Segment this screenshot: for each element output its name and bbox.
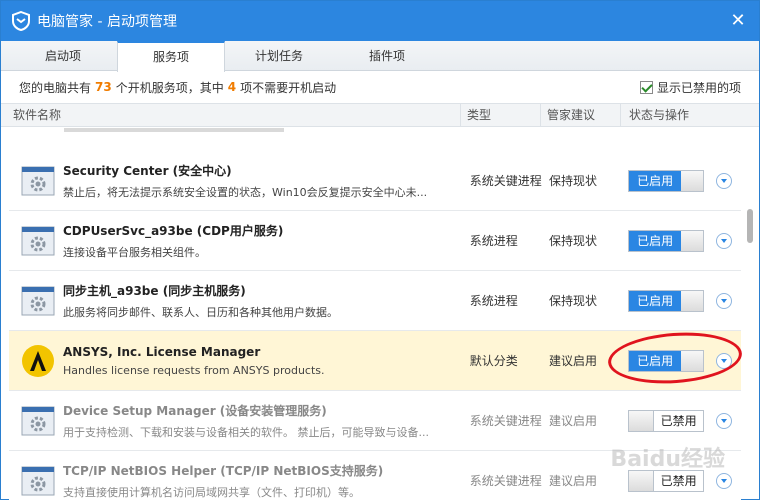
- service-description: Handles license requests from ANSYS prod…: [63, 363, 325, 377]
- table-row[interactable]: 同步主机_a93be (同步主机服务) 此服务将同步邮件、联系人、日历和各种其他…: [9, 271, 741, 331]
- service-type: 系统关键进程: [469, 414, 542, 428]
- chevron-down-icon[interactable]: [716, 412, 733, 429]
- total-count: 73: [95, 80, 112, 94]
- summary-line: 您的电脑共有 73 个开机服务项，其中 4 项不需要开机启动 显示已禁用的项: [1, 71, 759, 103]
- status-toggle[interactable]: 已启用: [628, 349, 705, 372]
- partial-row-text: [64, 128, 284, 132]
- window-title: 电脑管家 - 启动项管理: [37, 14, 177, 30]
- show-disabled-label: 显示已禁用的项: [656, 81, 741, 95]
- service-list: Security Center (安全中心) 禁止后，将无法提示系统安全设置的状…: [9, 151, 741, 500]
- ansys-logo-icon: [22, 344, 54, 377]
- service-advice: 保持现状: [548, 234, 597, 248]
- summary-prefix: 您的电脑共有: [19, 80, 92, 95]
- close-icon[interactable]: ✕: [727, 10, 749, 32]
- service-gear-icon: [21, 226, 55, 255]
- app-window: 电脑管家 - 启动项管理 ✕ 启动项 服务项 计划任务 插件项 您的电脑共有 7…: [0, 0, 760, 500]
- service-name: Device Setup Manager (设备安装管理服务): [63, 403, 327, 418]
- table-row-highlighted[interactable]: ANSYS, Inc. License Manager Handles lice…: [9, 331, 741, 391]
- service-description: 连接设备平台服务相关组件。: [63, 245, 206, 259]
- service-type: 默认分类: [469, 354, 518, 368]
- column-header-name: 软件名称: [1, 104, 461, 126]
- service-gear-icon: [21, 466, 55, 495]
- service-name: ANSYS, Inc. License Manager: [63, 344, 261, 359]
- service-name: Security Center (安全中心): [63, 163, 232, 178]
- vertical-scrollbar[interactable]: [743, 151, 755, 491]
- service-advice: 建议启用: [548, 354, 597, 368]
- title-bar: 电脑管家 - 启动项管理 ✕: [1, 1, 759, 41]
- tab-bar: 启动项 服务项 计划任务 插件项: [1, 41, 759, 72]
- show-disabled-checkbox[interactable]: [639, 81, 653, 94]
- status-label: 已启用: [629, 290, 682, 311]
- service-name: 同步主机_a93be (同步主机服务): [63, 283, 246, 298]
- service-advice: 保持现状: [548, 174, 597, 188]
- table-row[interactable]: Security Center (安全中心) 禁止后，将无法提示系统安全设置的状…: [9, 151, 741, 211]
- service-type: 系统进程: [469, 294, 518, 308]
- service-gear-icon: [21, 286, 55, 315]
- service-advice: 建议启用: [548, 474, 597, 488]
- column-header-type: 类型: [461, 104, 541, 126]
- unneeded-count: 4: [227, 80, 237, 94]
- service-type: 系统关键进程: [469, 474, 542, 488]
- service-gear-icon: [21, 166, 55, 195]
- status-toggle[interactable]: 已启用: [628, 289, 705, 312]
- column-header-advice: 管家建议: [541, 104, 621, 126]
- status-toggle[interactable]: 已禁用: [628, 409, 705, 432]
- service-description: 禁止后，将无法提示系统安全设置的状态，Win10会反复提示安全中心未...: [63, 185, 428, 199]
- service-name: TCP/IP NetBIOS Helper (TCP/IP NetBIOS支持服…: [63, 463, 384, 478]
- table-row[interactable]: TCP/IP NetBIOS Helper (TCP/IP NetBIOS支持服…: [9, 451, 741, 500]
- service-gear-icon: [21, 406, 55, 435]
- shield-logo-icon: [12, 11, 30, 31]
- status-label: 已启用: [629, 230, 682, 251]
- table-header: 软件名称 类型 管家建议 状态与操作: [1, 103, 759, 127]
- show-disabled-toggle[interactable]: 显示已禁用的项: [639, 79, 741, 96]
- status-label: 已启用: [629, 350, 682, 371]
- service-advice: 建议启用: [548, 414, 597, 428]
- service-type: 系统关键进程: [469, 174, 542, 188]
- status-toggle[interactable]: 已禁用: [628, 469, 705, 492]
- scrollbar-thumb[interactable]: [747, 209, 753, 243]
- tab-scheduled-tasks[interactable]: 计划任务: [225, 41, 333, 70]
- summary-suffix: 项不需要开机启动: [240, 80, 337, 95]
- status-label: 已启用: [629, 170, 682, 191]
- service-type: 系统进程: [469, 234, 518, 248]
- service-description: 支持直接使用计算机名访问局域网共享（文件、打印机）等。: [63, 485, 360, 499]
- status-label: 已禁用: [653, 470, 704, 491]
- service-advice: 保持现状: [548, 294, 597, 308]
- table-row[interactable]: CDPUserSvc_a93be (CDP用户服务) 连接设备平台服务相关组件。…: [9, 211, 741, 271]
- chevron-down-icon[interactable]: [716, 352, 733, 369]
- table-row[interactable]: Device Setup Manager (设备安装管理服务) 用于支持检测、下…: [9, 391, 741, 451]
- tab-plugins[interactable]: 插件项: [333, 41, 441, 70]
- service-description: 此服务将同步邮件、联系人、日历和各种其他用户数据。: [63, 305, 338, 319]
- column-header-status: 状态与操作: [629, 108, 690, 122]
- status-toggle[interactable]: 已启用: [628, 229, 705, 252]
- tab-services[interactable]: 服务项: [117, 41, 225, 72]
- chevron-down-icon[interactable]: [716, 232, 733, 249]
- partial-row-top: [9, 128, 741, 148]
- chevron-down-icon[interactable]: [716, 292, 733, 309]
- summary-middle: 个开机服务项，其中: [115, 80, 224, 95]
- service-description: 用于支持检测、下载和安装与设备相关的软件。 禁止后，可能导致与设备...: [63, 425, 429, 439]
- service-name: CDPUserSvc_a93be (CDP用户服务): [63, 223, 284, 238]
- tab-startup[interactable]: 启动项: [9, 41, 117, 70]
- status-toggle[interactable]: 已启用: [628, 169, 705, 192]
- chevron-down-icon[interactable]: [716, 172, 733, 189]
- status-label: 已禁用: [653, 410, 704, 431]
- chevron-down-icon[interactable]: [716, 472, 733, 489]
